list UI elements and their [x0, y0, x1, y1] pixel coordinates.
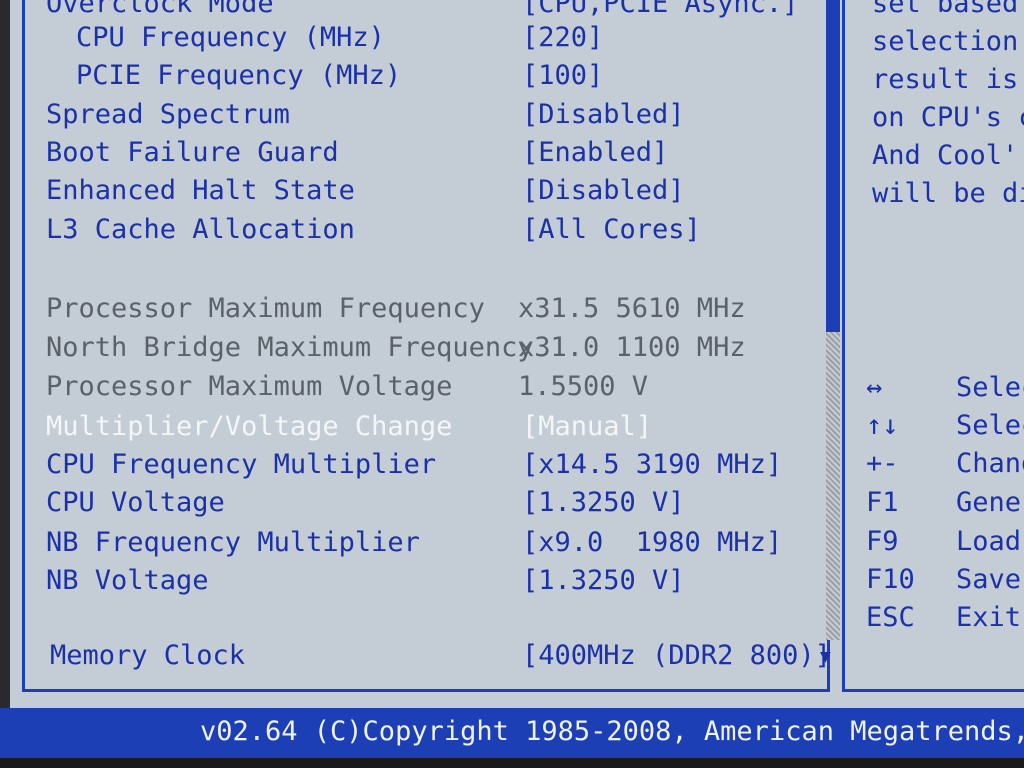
key-label: F1 [866, 487, 899, 518]
setting-memory-clock[interactable]: Memory Clock [400MHz (DDR2 800)] [46, 638, 831, 674]
setting-label: PCIE Frequency (MHz) [76, 60, 402, 91]
scrollbar-thumb[interactable] [826, 0, 840, 332]
key-label: ESC [866, 602, 915, 633]
key-description: Exit [956, 602, 1022, 633]
key-description: Select [956, 372, 1024, 403]
info-label: North Bridge Maximum Frequency [46, 332, 534, 363]
info-value: x31.5 5610 MHz [518, 293, 746, 324]
info-value: x31.0 1100 MHz [518, 332, 746, 363]
setting-enhanced-halt-state[interactable]: Enhanced Halt State [Disabled] [46, 173, 826, 209]
scroll-down-arrow-icon[interactable]: ▼ [820, 646, 831, 667]
setting-label: Boot Failure Guard [46, 137, 339, 168]
key-description: General [956, 487, 1024, 518]
up-down-arrow-icon: ↑↓ [866, 410, 899, 441]
info-processor-max-voltage: Processor Maximum Voltage 1.5500 V [46, 369, 826, 405]
monitor-bezel [0, 0, 10, 768]
setting-value[interactable]: [Enabled] [522, 135, 668, 171]
left-right-arrow-icon: ↔ [866, 372, 883, 403]
setting-value[interactable]: [CPU,PCIE Async.] [522, 0, 798, 22]
key-description: Save [956, 564, 1022, 595]
setting-value[interactable]: [400MHz (DDR2 800)] [522, 638, 831, 674]
setting-label: L3 Cache Allocation [46, 214, 355, 245]
setting-cpu-frequency-multiplier[interactable]: CPU Frequency Multiplier [x14.5 3190 MHz… [46, 447, 826, 483]
info-value: 1.5500 V [518, 371, 649, 402]
setting-value[interactable]: [x9.0 1980 MHz] [522, 525, 782, 561]
setting-l3-cache-allocation[interactable]: L3 Cache Allocation [All Cores] [46, 212, 826, 248]
setting-label: CPU Frequency Multiplier [46, 449, 437, 480]
info-processor-max-frequency: Processor Maximum Frequency x31.5 5610 M… [46, 291, 826, 327]
bios-screen: Overclock Mode [CPU,PCIE Async.] CPU Fre… [0, 0, 1024, 768]
setting-value[interactable]: [Manual] [522, 409, 652, 445]
setting-cpu-frequency[interactable]: CPU Frequency (MHz) [220] [46, 20, 826, 56]
info-nb-max-frequency: North Bridge Maximum Frequency x31.0 110… [46, 330, 826, 366]
setting-boot-failure-guard[interactable]: Boot Failure Guard [Enabled] [46, 135, 826, 171]
setting-label: Memory Clock [50, 640, 246, 671]
monitor-bezel-bottom [0, 758, 1024, 768]
help-text-line: on CPU's ca [872, 102, 1024, 133]
setting-value[interactable]: [Disabled] [522, 173, 685, 209]
copyright-text: v02.64 (C)Copyright 1985-2008, American … [200, 716, 1024, 747]
help-text-line: set based o [872, 0, 1024, 19]
key-label: F10 [866, 564, 915, 595]
setting-cpu-voltage[interactable]: CPU Voltage [1.3250 V] [46, 485, 826, 521]
key-description: Change [956, 448, 1024, 479]
setting-value[interactable]: [1.3250 V] [522, 485, 685, 521]
setting-value[interactable]: [All Cores] [522, 212, 701, 248]
help-text-line: result is [872, 64, 1019, 95]
setting-label: CPU Frequency (MHz) [76, 22, 385, 53]
setting-label: Multiplier/Voltage Change [46, 411, 453, 442]
setting-spread-spectrum[interactable]: Spread Spectrum [Disabled] [46, 97, 826, 133]
key-description: Select [956, 410, 1024, 441]
help-text-line: selection. [872, 26, 1024, 57]
info-label: Processor Maximum Frequency [46, 293, 485, 324]
key-label: +- [866, 448, 899, 479]
key-description: Load [956, 526, 1022, 557]
setting-label: Enhanced Halt State [46, 175, 355, 206]
help-text-line: And Cool' n [872, 140, 1024, 171]
setting-value[interactable]: [Disabled] [522, 97, 685, 133]
setting-overclock-mode[interactable]: Overclock Mode [CPU,PCIE Async.] [46, 0, 826, 22]
setting-nb-voltage[interactable]: NB Voltage [1.3250 V] [46, 563, 826, 599]
setting-nb-frequency-multiplier[interactable]: NB Frequency Multiplier [x9.0 1980 MHz] [46, 525, 826, 561]
help-text-line: will be dis [872, 178, 1024, 209]
setting-value[interactable]: [1.3250 V] [522, 563, 685, 599]
key-label: F9 [866, 526, 899, 557]
setting-label: CPU Voltage [46, 487, 225, 518]
setting-value[interactable]: [220] [522, 20, 603, 56]
setting-value[interactable]: [100] [522, 58, 603, 94]
info-label: Processor Maximum Voltage [46, 371, 453, 402]
setting-label: Overclock Mode [46, 0, 274, 19]
setting-pcie-frequency[interactable]: PCIE Frequency (MHz) [100] [46, 58, 826, 94]
setting-multiplier-voltage-change[interactable]: Multiplier/Voltage Change [Manual] [46, 409, 826, 445]
setting-value[interactable]: [x14.5 3190 MHz] [522, 447, 782, 483]
setting-label: NB Voltage [46, 565, 209, 596]
setting-label: Spread Spectrum [46, 99, 290, 130]
setting-label: NB Frequency Multiplier [46, 527, 420, 558]
